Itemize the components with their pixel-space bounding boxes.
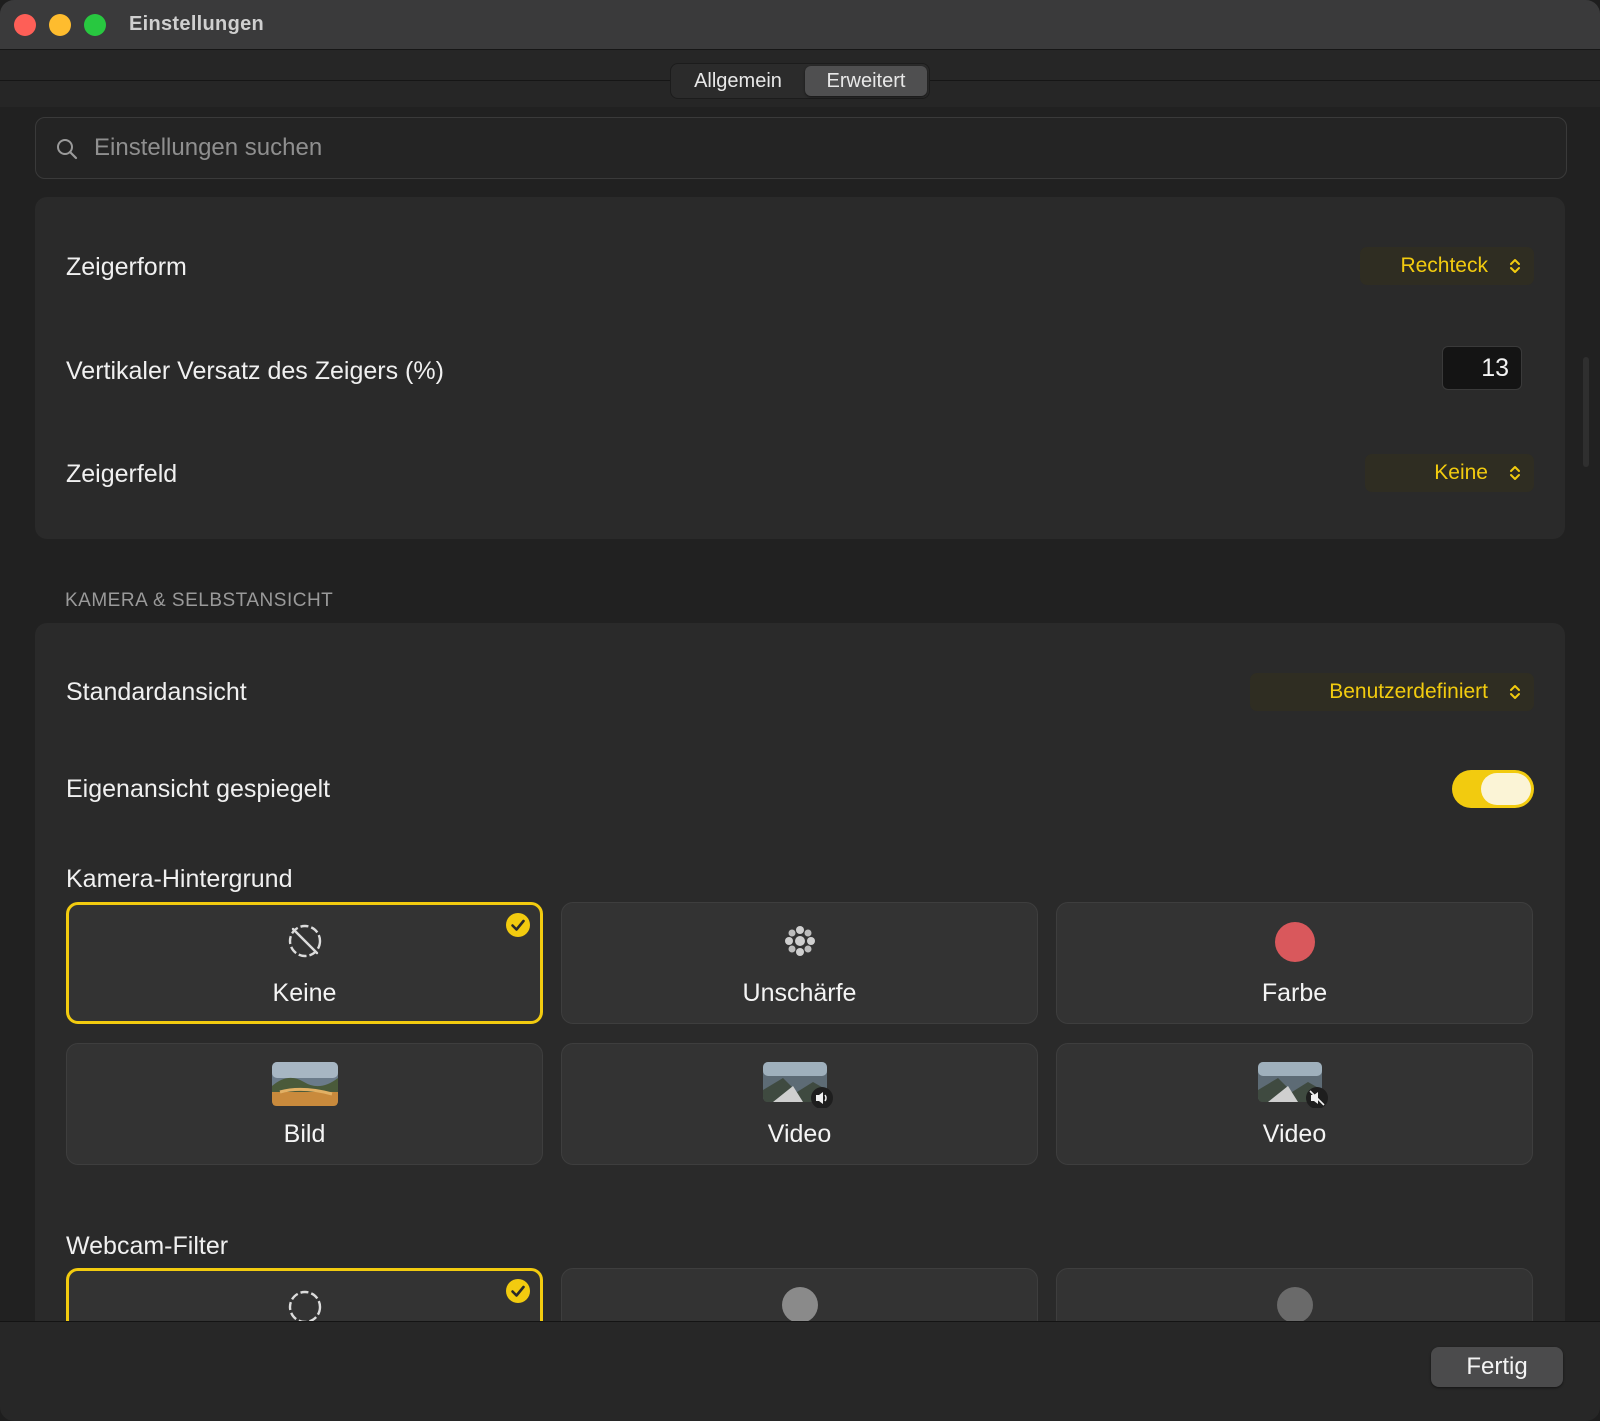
background-option-image[interactable]: Bild [66,1043,543,1165]
background-option-color[interactable]: Farbe [1056,902,1533,1024]
pointer-settings-group: Zeigerform Rechteck Vertikaler Versatz d… [35,197,1565,539]
default-view-label: Standardansicht [66,678,247,706]
settings-content: Einstellungen suchen Zeigerform Rechteck… [0,107,1600,1321]
tile-label: Unschärfe [742,979,857,1007]
pointer-shape-label: Zeigerform [66,253,187,281]
webcam-filter-option[interactable] [561,1268,1038,1321]
pointer-shape-value: Rechteck [1400,254,1488,277]
pointer-field-value: Keine [1434,461,1488,484]
pointer-field-popup[interactable]: Keine [1365,454,1534,492]
tile-label: Video [1262,1120,1327,1148]
color-swatch-icon [1274,922,1315,962]
mirrored-view-label: Eigenansicht gespiegelt [66,775,331,803]
chevron-up-down-icon [1510,685,1520,699]
pointer-field-label: Zeigerfeld [66,460,178,488]
pointer-shape-popup[interactable]: Rechteck [1360,247,1534,285]
settings-window: Einstellungen Allgemein Erweitert Einste… [0,0,1600,1421]
filter-icon [781,1287,818,1321]
zoom-window-button[interactable] [84,14,106,36]
tab-advanced[interactable]: Erweitert [805,66,927,96]
tile-label: Farbe [1261,979,1328,1007]
camera-settings-group: Standardansicht Benutzerdefiniert Eigena… [35,623,1565,1321]
search-field[interactable]: Einstellungen suchen [35,117,1567,179]
chevron-up-down-icon [1510,466,1520,480]
background-option-none[interactable]: Keine [66,902,543,1024]
default-view-value: Benutzerdefiniert [1329,680,1488,703]
window-title: Einstellungen [129,13,265,35]
tile-label: Video [767,1120,832,1148]
webcam-filter-option-selected[interactable] [66,1268,543,1321]
background-option-video-sound[interactable]: Video [561,1043,1038,1165]
tab-switcher: Allgemein Erweitert [670,63,930,99]
checkmark-icon [506,1279,530,1303]
video-muted-icon [1257,1062,1328,1108]
video-sound-icon [762,1062,833,1108]
search-icon [57,139,78,160]
background-option-video-muted[interactable]: Video [1056,1043,1533,1165]
toggle-knob [1481,773,1531,805]
filter-icon [1276,1287,1313,1321]
background-option-blur[interactable]: Unschärfe [561,902,1038,1024]
image-thumbnail-icon [271,1062,338,1106]
tile-label: Bild [283,1120,326,1148]
chevron-up-down-icon [1510,259,1520,273]
webcam-filter-label: Webcam-Filter [66,1232,229,1260]
mirrored-view-toggle[interactable] [1452,770,1534,808]
camera-background-label: Kamera-Hintergrund [66,865,293,893]
default-view-popup[interactable]: Benutzerdefiniert [1250,673,1534,711]
title-bar: Einstellungen [0,0,1600,50]
checkmark-icon [506,913,530,937]
close-window-button[interactable] [14,14,36,36]
footer-bar: Fertig [0,1322,1600,1421]
tab-general[interactable]: Allgemein [673,66,803,96]
vertical-offset-label: Vertikaler Versatz des Zeigers (%) [66,357,444,385]
vertical-offset-field[interactable]: 13 [1442,346,1522,390]
search-placeholder: Einstellungen suchen [94,134,323,161]
scrollbar[interactable] [1583,357,1589,467]
minimize-window-button[interactable] [49,14,71,36]
done-button[interactable]: Fertig [1431,1347,1563,1387]
blur-icon [784,926,815,956]
no-background-icon [288,924,321,958]
webcam-filter-option[interactable] [1056,1268,1533,1321]
no-filter-icon [288,1290,321,1321]
tile-label: Keine [272,979,337,1007]
camera-section-header: KAMERA & SELBSTANSICHT [65,590,334,611]
